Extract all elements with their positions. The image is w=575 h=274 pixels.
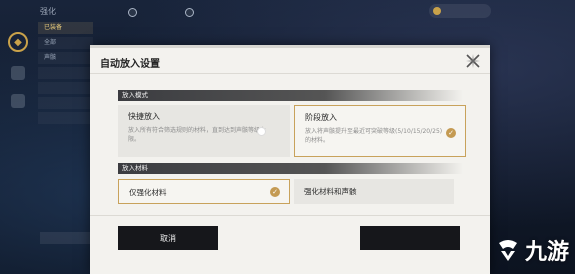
dialog-title: 自动放入设置: [100, 59, 160, 70]
option-description: 放入将声骸提升至最近可突破等级(5/10/15/20/25)的材料。: [305, 128, 443, 144]
check-icon: ✓: [270, 187, 280, 197]
jiuyou-logo-icon: [498, 240, 517, 261]
background-dot: [185, 8, 194, 17]
close-button[interactable]: [463, 51, 483, 71]
close-icon: [466, 54, 480, 68]
list-item[interactable]: [38, 82, 93, 94]
cancel-button[interactable]: 取消: [118, 226, 218, 250]
sidebar-mark: [11, 66, 25, 80]
background-dot: [128, 8, 137, 17]
currency-display: [429, 4, 491, 18]
watermark-text: 九游: [524, 240, 569, 265]
background-bar: [40, 232, 90, 244]
confirm-button[interactable]: [360, 226, 460, 250]
option-label: 强化材料和声骸: [304, 187, 357, 196]
background-title: 强化: [40, 7, 56, 16]
option-title: 阶段放入: [305, 113, 337, 122]
dialog-header: 自动放入设置: [90, 48, 490, 74]
echo-icon[interactable]: ◆: [8, 32, 28, 52]
option-description: 放入所有符合筛选规则的材料，直到达到声骸等级上限。: [128, 127, 267, 143]
check-icon: ✓: [446, 128, 456, 138]
list-item[interactable]: [38, 97, 93, 109]
quick-fill-option[interactable]: 快捷放入 放入所有符合筛选规则的材料，直到达到声骸等级上限。: [118, 105, 290, 157]
option-title: 快捷放入: [128, 112, 160, 121]
divider: [90, 215, 490, 216]
list-item[interactable]: 已装备: [38, 22, 93, 34]
mode-section-header: 放入模式: [118, 90, 463, 101]
enhance-material-only-option[interactable]: 仅强化材料 ✓: [118, 179, 290, 204]
enhance-material-and-echo-option[interactable]: 强化材料和声骸: [294, 179, 454, 204]
radio-unselected-icon: [257, 127, 266, 136]
list-item[interactable]: [38, 67, 93, 79]
watermark: 九游: [493, 234, 569, 266]
list-item[interactable]: 全部: [38, 37, 93, 49]
left-sidebar: ◆: [0, 22, 36, 212]
background-dots: [128, 8, 194, 17]
option-label: 仅强化材料: [129, 188, 167, 197]
sidebar-mark: [11, 94, 25, 108]
background-list: 已装备 全部 声骸: [38, 22, 93, 127]
list-item[interactable]: [38, 112, 93, 124]
auto-fill-settings-dialog: 自动放入设置 放入模式 快捷放入 放入所有符合筛选规则的材料，直到达到声骸等级上…: [90, 45, 490, 274]
material-section-header: 放入材料: [118, 163, 463, 174]
phase-fill-option[interactable]: 阶段放入 放入将声骸提升至最近可突破等级(5/10/15/20/25)的材料。 …: [294, 105, 466, 157]
list-item[interactable]: 声骸: [38, 52, 93, 64]
coin-icon: [433, 7, 441, 15]
